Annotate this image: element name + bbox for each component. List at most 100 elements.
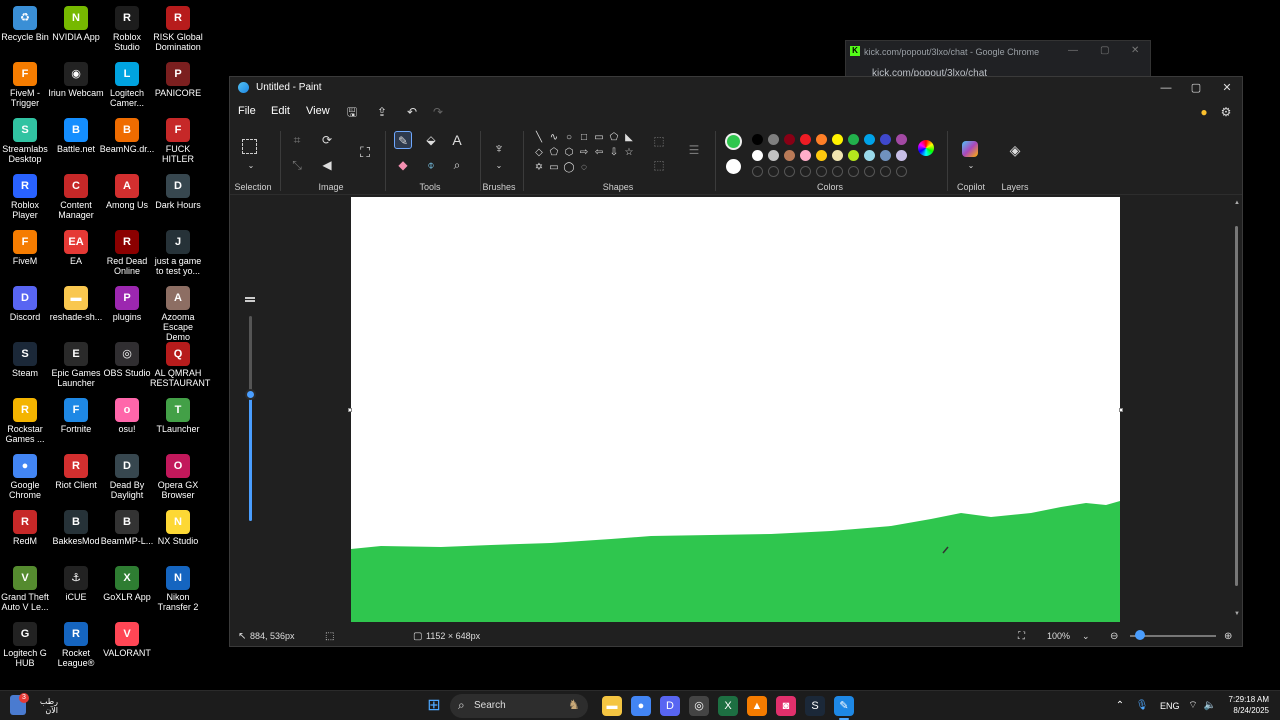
shape-icon[interactable]: ☆ [622, 146, 636, 160]
flip-icon[interactable]: ◀ [318, 156, 336, 174]
clock-date[interactable]: 8/24/2025 [1225, 706, 1269, 715]
shape-fill-icon[interactable]: ⬚ [650, 156, 668, 174]
palette-color-swatch[interactable] [896, 134, 907, 145]
primary-color-swatch[interactable] [725, 133, 742, 150]
tray-chevron-icon[interactable]: ⌃ [1113, 696, 1127, 716]
desktop-icon[interactable]: N Nikon Transfer 2 [150, 566, 206, 612]
palette-color-swatch[interactable] [880, 134, 891, 145]
rotate-icon[interactable]: ⟳ [318, 131, 336, 149]
desktop-icon[interactable]: B BakkesMod [48, 510, 104, 546]
custom-color-slot[interactable] [848, 166, 859, 177]
desktop-icon[interactable]: S Streamlabs Desktop [0, 118, 53, 164]
desktop-icon[interactable]: ▬ reshade-sh... [48, 286, 104, 322]
undo-icon[interactable]: ↶ [404, 104, 420, 120]
desktop-icon[interactable]: EA EA [48, 230, 104, 266]
shape-icon[interactable]: ▭ [592, 131, 606, 145]
shape-icon[interactable]: ▭ [547, 161, 561, 175]
custom-color-slot[interactable] [832, 166, 843, 177]
desktop-icon[interactable]: R Rocket League® [48, 622, 104, 668]
custom-color-slot[interactable] [752, 166, 763, 177]
desktop-icon[interactable]: F Fortnite [48, 398, 104, 434]
desktop-icon[interactable]: R Riot Client [48, 454, 104, 490]
desktop-icon[interactable]: ● Google Chrome [0, 454, 53, 500]
maximize-button[interactable]: ▢ [1182, 80, 1210, 96]
desktop-icon[interactable]: F FUCK HITLER [150, 118, 206, 164]
desktop-icon[interactable]: Pplugins [99, 286, 155, 322]
desktop-icon[interactable]: R RedM [0, 510, 53, 546]
desktop-icon[interactable]: Jjust a game to test yo... [150, 230, 206, 276]
desktop-icon[interactable]: R RISK Global Domination [150, 6, 206, 52]
edit-colors-icon[interactable] [918, 140, 934, 156]
microphone-icon[interactable]: 🎙 [1135, 696, 1149, 716]
chrome-minimize-button[interactable]: — [1068, 45, 1078, 56]
desktop-icon[interactable]: A Azooma Escape Demo [150, 286, 206, 342]
brush-size-slider[interactable] [240, 291, 260, 526]
layers-icon[interactable]: ◈ [1006, 141, 1024, 159]
copilot-icon[interactable] [962, 141, 978, 157]
text-tool-icon[interactable]: A [448, 131, 466, 149]
palette-color-swatch[interactable] [752, 150, 763, 161]
palette-color-swatch[interactable] [864, 134, 875, 145]
shape-icon[interactable]: ◯ [562, 161, 576, 175]
color-picker-icon[interactable]: ⌽ [422, 156, 440, 174]
desktop-icon[interactable]: R Red Dead Online [99, 230, 155, 276]
desktop-icon[interactable]: R Roblox Studio [99, 6, 155, 52]
desktop-icon[interactable]: N NVIDIA App [48, 6, 104, 42]
desktop-icon[interactable]: D Discord [0, 286, 53, 322]
steam-taskbar-icon[interactable]: S [805, 696, 825, 716]
palette-color-swatch[interactable] [816, 134, 827, 145]
language-indicator[interactable]: ENG [1160, 701, 1180, 711]
brushes-dropdown-icon[interactable]: ⌄ [490, 157, 508, 175]
shape-size-icon[interactable]: ☰ [685, 141, 703, 159]
palette-color-swatch[interactable] [800, 134, 811, 145]
desktop-icon[interactable]: D Dark Hours [150, 174, 206, 210]
copilot-status-icon[interactable]: ● [1196, 104, 1212, 120]
excel-taskbar-icon[interactable]: X [718, 696, 738, 716]
desktop-icon[interactable]: R Rockstar Games ... [0, 398, 53, 444]
settings-gear-icon[interactable]: ⚙ [1218, 104, 1234, 120]
shape-icon[interactable]: ⬡ [562, 146, 576, 160]
desktop-icon[interactable]: B BeamNG.dr... [99, 118, 155, 154]
palette-color-swatch[interactable] [880, 150, 891, 161]
shape-icon[interactable]: ◇ [532, 146, 546, 160]
palette-color-swatch[interactable] [752, 134, 763, 145]
palette-color-swatch[interactable] [848, 134, 859, 145]
shape-icon[interactable]: ⬠ [607, 131, 621, 145]
volume-icon[interactable]: 🔈 [1203, 696, 1217, 716]
resize-handle-right[interactable] [1119, 408, 1123, 412]
chrome-taskbar-icon[interactable]: ● [631, 696, 651, 716]
secondary-color-swatch[interactable] [726, 159, 741, 174]
image-select-icon[interactable]: ⛶ [356, 143, 374, 161]
custom-color-slot[interactable] [800, 166, 811, 177]
custom-color-slot[interactable] [784, 166, 795, 177]
crop-icon[interactable]: ⌗ [288, 131, 306, 149]
custom-color-slot[interactable] [896, 166, 907, 177]
desktop-icon[interactable]: X GoXLR App [99, 566, 155, 602]
desktop-icon[interactable]: T TLauncher [150, 398, 206, 434]
desktop-icon[interactable]: F FiveM [0, 230, 53, 266]
desktop-icon[interactable]: E Epic Games Launcher [48, 342, 104, 388]
shape-icon[interactable]: ○ [562, 131, 576, 145]
chrome-maximize-button[interactable]: ▢ [1100, 45, 1109, 56]
menu-file[interactable]: File [238, 105, 256, 117]
zoom-out-icon[interactable]: ⊖ [1110, 631, 1118, 642]
vlc-taskbar-icon[interactable]: ▲ [747, 696, 767, 716]
scroll-down-icon[interactable]: ▼ [1234, 611, 1240, 617]
shape-icon[interactable]: ◣ [622, 131, 636, 145]
zoom-dropdown-icon[interactable]: ⌄ [1082, 631, 1090, 642]
shape-icon[interactable]: ◌ [577, 161, 591, 175]
zoom-slider-thumb[interactable] [1135, 630, 1146, 640]
palette-color-swatch[interactable] [864, 150, 875, 161]
palette-color-swatch[interactable] [848, 150, 859, 161]
desktop-icon[interactable]: V Grand Theft Auto V Le... [0, 566, 53, 612]
discord-taskbar-icon[interactable]: D [660, 696, 680, 716]
fill-bucket-icon[interactable]: ⬙ [422, 131, 440, 149]
desktop-icon[interactable]: G Logitech G HUB [0, 622, 53, 668]
drawing-canvas[interactable] [351, 197, 1120, 622]
selection-dropdown-icon[interactable]: ⌄ [242, 157, 260, 175]
eraser-icon[interactable]: ◆ [394, 156, 412, 174]
shape-icon[interactable]: ∿ [547, 131, 561, 145]
shape-icon[interactable]: ⬠ [547, 146, 561, 160]
palette-color-swatch[interactable] [832, 134, 843, 145]
outline-icon[interactable]: ⬚ [650, 132, 668, 150]
